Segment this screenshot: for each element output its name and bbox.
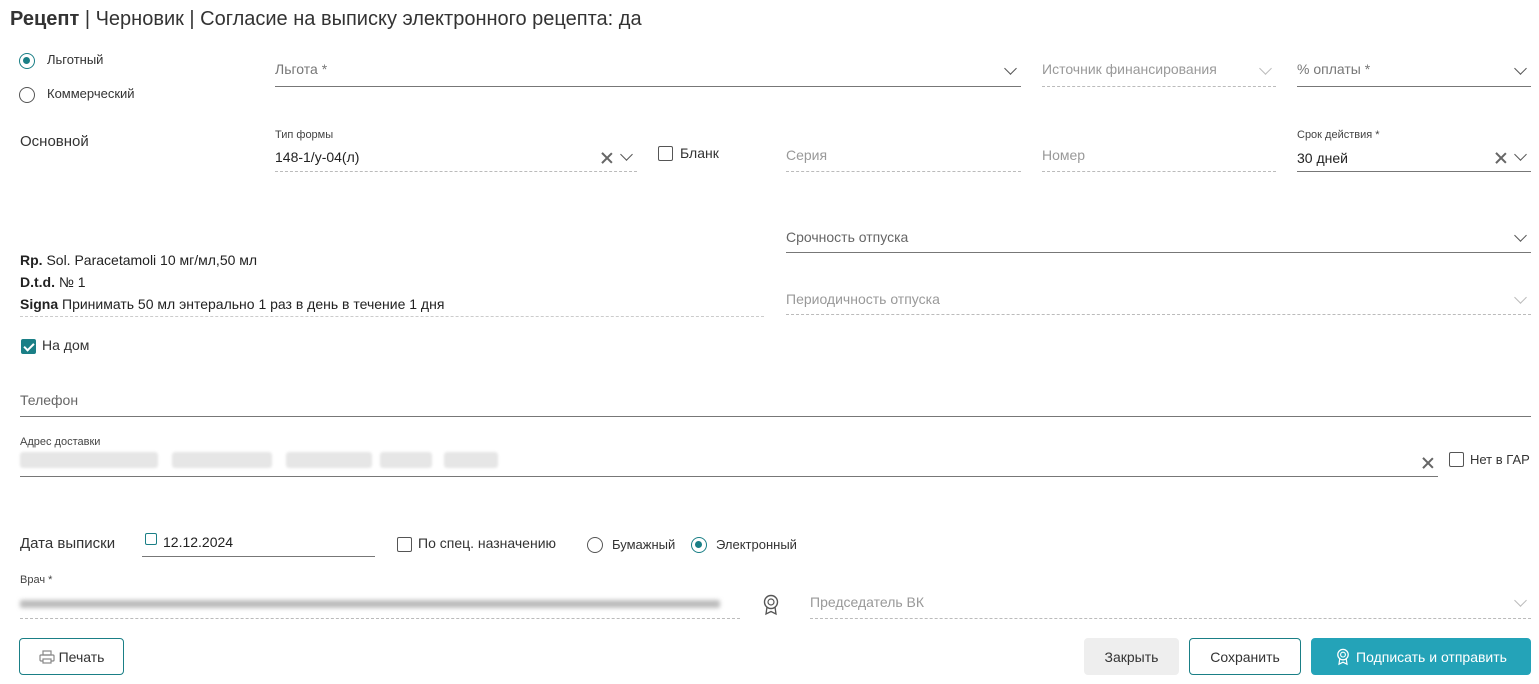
- issue-date-value: 12.12.2024: [163, 534, 234, 550]
- chevron-down-icon: [1259, 62, 1272, 75]
- payment-percent-select[interactable]: % оплаты *: [1297, 52, 1531, 87]
- close-button-label: Закрыть: [1104, 648, 1159, 665]
- urgency-select[interactable]: Срочность отпуска: [786, 220, 1531, 253]
- rp-label: Rp.: [20, 252, 43, 268]
- form-type-select[interactable]: 148-1/у-04(л): [275, 143, 637, 172]
- blank-label: Бланк: [680, 145, 719, 161]
- radio-preferential[interactable]: [19, 53, 35, 69]
- number-placeholder: Номер: [1042, 147, 1086, 163]
- address-chip[interactable]: [444, 452, 498, 468]
- number-input: Номер: [1042, 140, 1276, 172]
- form-type-label: Тип формы: [275, 129, 334, 141]
- periodicity-select: Периодичность отпуска: [786, 282, 1531, 315]
- issue-date-label: Дата выписки: [20, 535, 116, 552]
- chevron-down-icon: [1514, 594, 1527, 607]
- address-chip[interactable]: [286, 452, 372, 468]
- payment-percent-placeholder: % оплаты *: [1297, 61, 1371, 77]
- chevron-down-icon: [1514, 62, 1527, 75]
- chevron-down-icon: [1514, 229, 1527, 242]
- dtd-label: D.t.d.: [20, 274, 55, 290]
- page-title-rest: | Черновик | Согласие на выписку электро…: [79, 8, 642, 30]
- chevron-down-icon: [1514, 148, 1527, 161]
- series-input: Серия: [786, 140, 1021, 172]
- signature-icon[interactable]: [761, 594, 781, 616]
- doctor-select[interactable]: [20, 590, 740, 619]
- sign-and-send-button[interactable]: Подписать и отправить: [1311, 638, 1531, 675]
- benefit-placeholder: Льгота *: [275, 61, 328, 77]
- chevron-down-icon: [620, 148, 633, 161]
- printer-icon: [38, 649, 55, 664]
- radio-electronic-label: Электронный: [716, 537, 797, 552]
- calendar-icon[interactable]: [145, 533, 157, 545]
- form-type-value: 148-1/у-04(л): [275, 149, 360, 165]
- prescription-block[interactable]: Rp. Sol. Paracetamoli 10 мг/мл,50 мл D.t…: [20, 252, 764, 317]
- vk-chair-select: Председатель ВК: [810, 586, 1531, 619]
- phone-placeholder: Телефон: [20, 392, 79, 408]
- phone-input[interactable]: Телефон: [20, 384, 1531, 417]
- signa-text: Принимать 50 мл энтерально 1 раз в день …: [58, 296, 445, 312]
- delivery-address-select[interactable]: [20, 452, 1438, 477]
- doctor-label: Врач *: [20, 574, 53, 586]
- vk-chair-placeholder: Председатель ВК: [810, 594, 925, 610]
- funding-source-placeholder: Источник финансирования: [1042, 61, 1217, 77]
- section-main-label: Основной: [20, 133, 89, 150]
- rp-text: Sol. Paracetamoli 10 мг/мл,50 мл: [42, 252, 258, 268]
- address-chip[interactable]: [20, 452, 158, 468]
- no-gar-label: Нет в ГАР: [1470, 452, 1530, 467]
- delivery-address-label: Адрес доставки: [20, 436, 101, 448]
- signa-label: Signa: [20, 296, 59, 312]
- special-purpose-checkbox[interactable]: [397, 537, 412, 552]
- series-placeholder: Серия: [786, 147, 828, 163]
- chevron-down-icon: [1004, 62, 1017, 75]
- close-button[interactable]: Закрыть: [1084, 638, 1179, 675]
- radio-commercial-label: Коммерческий: [47, 86, 135, 101]
- home-delivery-checkbox[interactable]: [21, 339, 36, 354]
- radio-paper[interactable]: [587, 537, 603, 553]
- clear-icon[interactable]: [1495, 152, 1507, 164]
- home-delivery-label: На дом: [42, 337, 90, 353]
- validity-value: 30 дней: [1297, 150, 1348, 166]
- prescription-rp-line: Rp. Sol. Paracetamoli 10 мг/мл,50 мл: [20, 252, 257, 268]
- print-button[interactable]: Печать: [19, 638, 124, 675]
- radio-electronic[interactable]: [691, 537, 707, 553]
- prescription-signa-line: Signa Принимать 50 мл энтерально 1 раз в…: [20, 296, 444, 312]
- special-purpose-label: По спец. назначению: [418, 535, 557, 551]
- page-title-bold: Рецепт: [10, 8, 80, 30]
- address-chip[interactable]: [380, 452, 432, 468]
- signature-icon: [1337, 648, 1349, 665]
- clear-icon[interactable]: [1422, 457, 1434, 469]
- doctor-value-blurred: [20, 600, 720, 608]
- chevron-down-icon: [1514, 291, 1527, 304]
- clear-icon[interactable]: [601, 152, 613, 164]
- issue-date-input[interactable]: 12.12.2024: [142, 530, 375, 557]
- validity-label: Срок действия *: [1297, 129, 1380, 141]
- prescription-dtd-line: D.t.d. № 1: [20, 274, 86, 290]
- urgency-placeholder: Срочность отпуска: [786, 229, 909, 245]
- sign-and-send-button-label: Подписать и отправить: [1356, 648, 1507, 665]
- blank-checkbox[interactable]: [658, 146, 673, 161]
- save-button[interactable]: Сохранить: [1189, 638, 1301, 675]
- print-button-label: Печать: [58, 648, 105, 665]
- page-title: Рецепт | Черновик | Согласие на выписку …: [10, 8, 642, 31]
- funding-source-select: Источник финансирования: [1042, 52, 1276, 87]
- address-chip[interactable]: [172, 452, 272, 468]
- no-gar-checkbox[interactable]: [1449, 452, 1464, 467]
- radio-preferential-label: Льготный: [47, 52, 104, 67]
- save-button-label: Сохранить: [1210, 648, 1280, 665]
- benefit-select[interactable]: Льгота *: [275, 52, 1021, 87]
- periodicity-placeholder: Периодичность отпуска: [786, 291, 940, 307]
- radio-commercial[interactable]: [19, 87, 35, 103]
- dtd-text: № 1: [55, 274, 86, 290]
- radio-paper-label: Бумажный: [612, 537, 676, 552]
- validity-select[interactable]: 30 дней: [1297, 143, 1531, 172]
